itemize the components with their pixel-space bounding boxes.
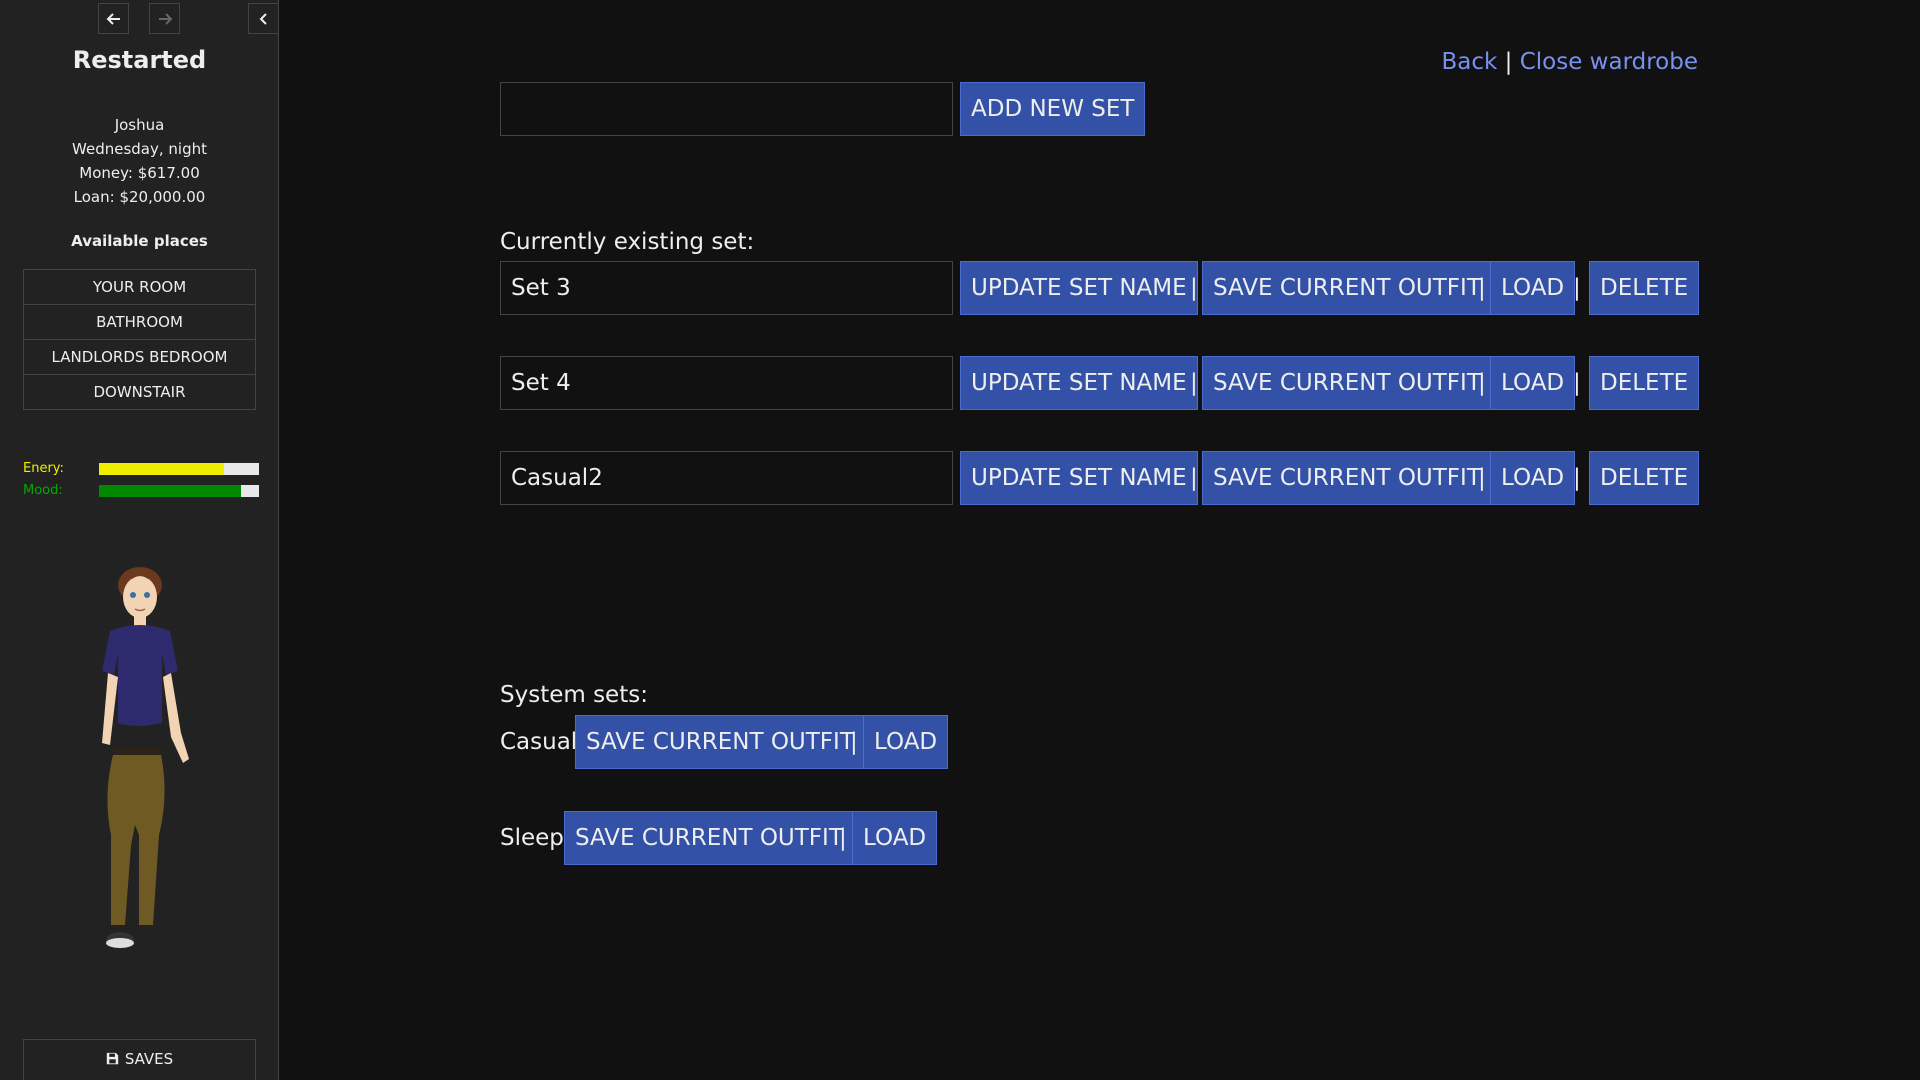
save-current-outfit-button[interactable]: SAVE CURRENT OUTFIT [1202,356,1492,410]
saves-button[interactable]: SAVES [23,1039,256,1080]
energy-stat: Enery: [23,461,259,477]
top-links: Back | Close wardrobe [1441,49,1698,75]
close-wardrobe-link[interactable]: Close wardrobe [1520,49,1698,75]
link-separator: | [1504,49,1513,75]
mood-label: Mood: [23,483,63,498]
player-avatar [102,567,189,948]
arrow-right-icon [158,12,172,25]
player-name: Joshua [114,116,165,134]
delete-set-button[interactable]: DELETE [1589,451,1700,505]
system-sets-heading: System sets: [500,682,648,708]
place-your-room[interactable]: YOUR ROOM [24,270,255,305]
mood-bar-fill [99,485,242,497]
places-heading: Available places [71,232,208,250]
story-title: Restarted [72,46,207,74]
load-set-button[interactable]: LOAD [1490,356,1576,410]
separator: | [1478,465,1486,491]
save-current-outfit-button[interactable]: SAVE CURRENT OUTFIT [1202,451,1492,505]
update-set-name-button[interactable]: UPDATE SET NAME [960,261,1198,315]
place-downstair[interactable]: DOWNSTAIR [24,375,255,409]
mood-stat: Mood: [23,483,259,499]
system-set-name: Casual [500,729,578,755]
set-name-input[interactable] [500,261,953,315]
save-current-outfit-button[interactable]: SAVE CURRENT OUTFIT [564,811,854,865]
story-caption: Joshua Wednesday, night Money: $617.00 L… [0,113,279,209]
arrow-left-icon [106,12,120,25]
add-new-set-button[interactable]: ADD NEW SET [960,82,1146,136]
update-set-name-button[interactable]: UPDATE SET NAME [960,451,1198,505]
load-set-button[interactable]: LOAD [1490,261,1576,315]
time-of-day: Wednesday, night [72,140,207,158]
delete-set-button[interactable]: DELETE [1589,261,1700,315]
separator: | [1573,465,1581,491]
mood-bar [99,485,259,497]
load-set-button[interactable]: LOAD [1490,451,1576,505]
back-link[interactable]: Back [1441,49,1497,75]
delete-set-button[interactable]: DELETE [1589,356,1700,410]
separator: | [1573,370,1581,396]
separator: | [1190,275,1198,301]
place-landlords-bedroom[interactable]: LANDLORDS BEDROOM [24,340,255,375]
separator: | [1478,275,1486,301]
energy-label: Enery: [23,461,64,476]
energy-bar [99,463,259,475]
separator: | [1573,275,1581,301]
save-current-outfit-button[interactable]: SAVE CURRENT OUTFIT [1202,261,1492,315]
separator: | [1478,370,1486,396]
places-menu: YOUR ROOM BATHROOM LANDLORDS BEDROOM DOW… [23,269,256,410]
sidebar-toggle-button[interactable] [248,3,279,34]
saves-label: SAVES [124,1050,174,1068]
new-set-name-input[interactable] [500,82,953,136]
separator: | [850,729,858,755]
save-current-outfit-button[interactable]: SAVE CURRENT OUTFIT [575,715,865,769]
separator: | [839,825,847,851]
system-set-name: Sleep [500,825,564,851]
existing-sets-heading: Currently existing set: [500,229,755,255]
history-back-button[interactable] [98,3,129,34]
energy-bar-fill [99,463,224,475]
chevron-left-icon [259,12,267,25]
separator: | [1190,370,1198,396]
sidebar: Restarted Joshua Wednesday, night Money:… [0,0,279,1080]
set-name-input[interactable] [500,451,953,505]
loan-display: Loan: $20,000.00 [73,188,206,206]
load-system-set-button[interactable]: LOAD [852,811,938,865]
load-system-set-button[interactable]: LOAD [863,715,949,769]
separator: | [1190,465,1198,491]
update-set-name-button[interactable]: UPDATE SET NAME [960,356,1198,410]
passage: Back | Close wardrobe ADD NEW SET Curren… [280,0,1920,1080]
history-forward-button[interactable] [149,3,180,34]
set-name-input[interactable] [500,356,953,410]
money-display: Money: $617.00 [79,164,200,182]
place-bathroom[interactable]: BATHROOM [24,305,255,340]
floppy-disk-icon [106,1052,118,1065]
